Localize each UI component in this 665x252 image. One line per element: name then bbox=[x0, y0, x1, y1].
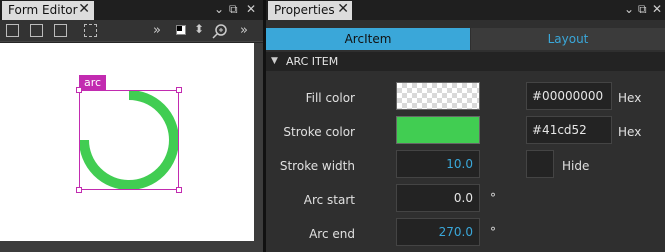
form-canvas[interactable]: arc bbox=[0, 43, 254, 241]
stroke-color-hex-label: Hex bbox=[618, 125, 642, 139]
stroke-color-label: Stroke color bbox=[283, 125, 355, 139]
stroke-width-field[interactable]: 10.0 bbox=[396, 150, 480, 178]
arc-start-field[interactable]: 0.0 bbox=[396, 184, 480, 212]
arc-start-label: Arc start bbox=[303, 193, 355, 207]
form-editor-pane: Form Editor ✕ ⌄ ⧉ ✕ » ⬍ » arc bbox=[0, 0, 263, 252]
properties-pane: Properties ✕ ⌄ ⧉ ✕ ArcItem Layout ▼ ARC … bbox=[266, 0, 665, 252]
section-arc-item[interactable]: ▼ ARC ITEM bbox=[266, 52, 665, 71]
property-subtabs: ArcItem Layout bbox=[266, 28, 665, 50]
form-editor-toolbar: » ⬍ » bbox=[0, 20, 263, 42]
tab-form-editor[interactable]: Form Editor ✕ bbox=[2, 1, 94, 20]
fill-color-label: Fill color bbox=[305, 91, 355, 105]
resize-handle[interactable] bbox=[76, 87, 82, 93]
fill-color-swatch[interactable] bbox=[396, 82, 480, 110]
align-left-icon[interactable] bbox=[6, 24, 19, 37]
horizontal-scrollbar[interactable] bbox=[0, 241, 254, 252]
section-title: ARC ITEM bbox=[286, 55, 339, 68]
form-editor-tabbar: Form Editor ✕ ⌄ ⧉ ✕ bbox=[0, 0, 263, 20]
stroke-width-label: Stroke width bbox=[279, 159, 355, 173]
tab-properties-label: Properties bbox=[274, 3, 335, 17]
spin-arrows-icon[interactable]: ⬍ bbox=[194, 22, 204, 36]
hide-checkbox[interactable] bbox=[526, 150, 554, 178]
vertical-scrollbar[interactable] bbox=[254, 43, 263, 252]
stroke-color-hex-field[interactable]: #41cd52 bbox=[526, 116, 612, 144]
align-top-icon[interactable] bbox=[30, 24, 43, 37]
close-icon[interactable]: ✕ bbox=[78, 1, 90, 18]
arc-end-field[interactable]: 270.0 bbox=[396, 218, 480, 246]
tab-arcitem[interactable]: ArcItem bbox=[266, 28, 470, 50]
resize-handle[interactable] bbox=[176, 87, 182, 93]
color-picker-icon[interactable] bbox=[176, 25, 186, 35]
close-icon[interactable]: ✕ bbox=[652, 2, 662, 16]
app-root: Form Editor ✕ ⌄ ⧉ ✕ » ⬍ » arc Properties… bbox=[0, 0, 665, 252]
hide-label: Hide bbox=[562, 159, 590, 173]
fill-color-hex-field[interactable]: #00000000 bbox=[526, 82, 612, 110]
tab-layout[interactable]: Layout bbox=[471, 28, 665, 50]
resize-handle[interactable] bbox=[76, 187, 82, 193]
close-icon[interactable]: ✕ bbox=[246, 2, 256, 16]
chevron-down-icon[interactable]: ⌄ bbox=[214, 2, 224, 16]
close-icon[interactable]: ✕ bbox=[337, 1, 349, 18]
select-frame-icon[interactable] bbox=[84, 24, 97, 37]
stroke-color-swatch[interactable] bbox=[396, 116, 480, 144]
resize-handle[interactable] bbox=[176, 187, 182, 193]
selection-frame[interactable] bbox=[79, 90, 179, 190]
float-icon[interactable]: ⧉ bbox=[638, 2, 647, 17]
arc-start-unit: ° bbox=[490, 191, 496, 205]
arc-end-label: Arc end bbox=[309, 227, 355, 241]
more-chevron-icon[interactable]: » bbox=[240, 23, 248, 38]
collapse-triangle-icon[interactable]: ▼ bbox=[271, 52, 278, 71]
align-bottom-icon[interactable] bbox=[54, 24, 67, 37]
more-chevron-icon[interactable]: » bbox=[153, 23, 161, 38]
arc-end-unit: ° bbox=[490, 225, 496, 239]
tab-properties[interactable]: Properties ✕ bbox=[268, 1, 352, 20]
chevron-down-icon[interactable]: ⌄ bbox=[624, 2, 634, 16]
float-icon[interactable]: ⧉ bbox=[229, 2, 238, 17]
tab-form-editor-label: Form Editor bbox=[8, 3, 78, 17]
zoom-icon[interactable] bbox=[212, 23, 228, 39]
fill-color-hex-label: Hex bbox=[618, 91, 642, 105]
item-label-badge: arc bbox=[79, 75, 107, 90]
properties-tabbar: Properties ✕ ⌄ ⧉ ✕ bbox=[266, 0, 665, 20]
